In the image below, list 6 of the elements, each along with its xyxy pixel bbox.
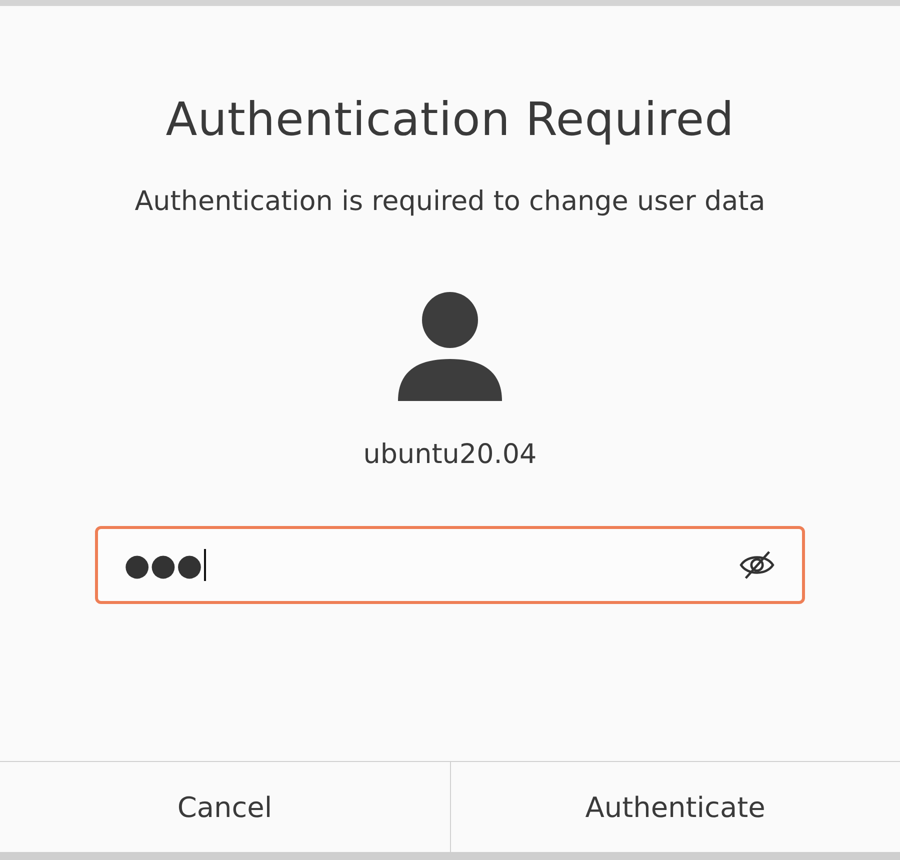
eye-slash-icon[interactable] — [738, 550, 776, 580]
user-name: ubuntu20.04 — [363, 439, 537, 470]
dialog-message: Authentication is required to change user data — [134, 186, 766, 217]
dialog-title: Authentication Required — [166, 92, 734, 146]
user-avatar-icon — [398, 291, 502, 401]
password-field[interactable]: ●●● — [95, 526, 805, 604]
